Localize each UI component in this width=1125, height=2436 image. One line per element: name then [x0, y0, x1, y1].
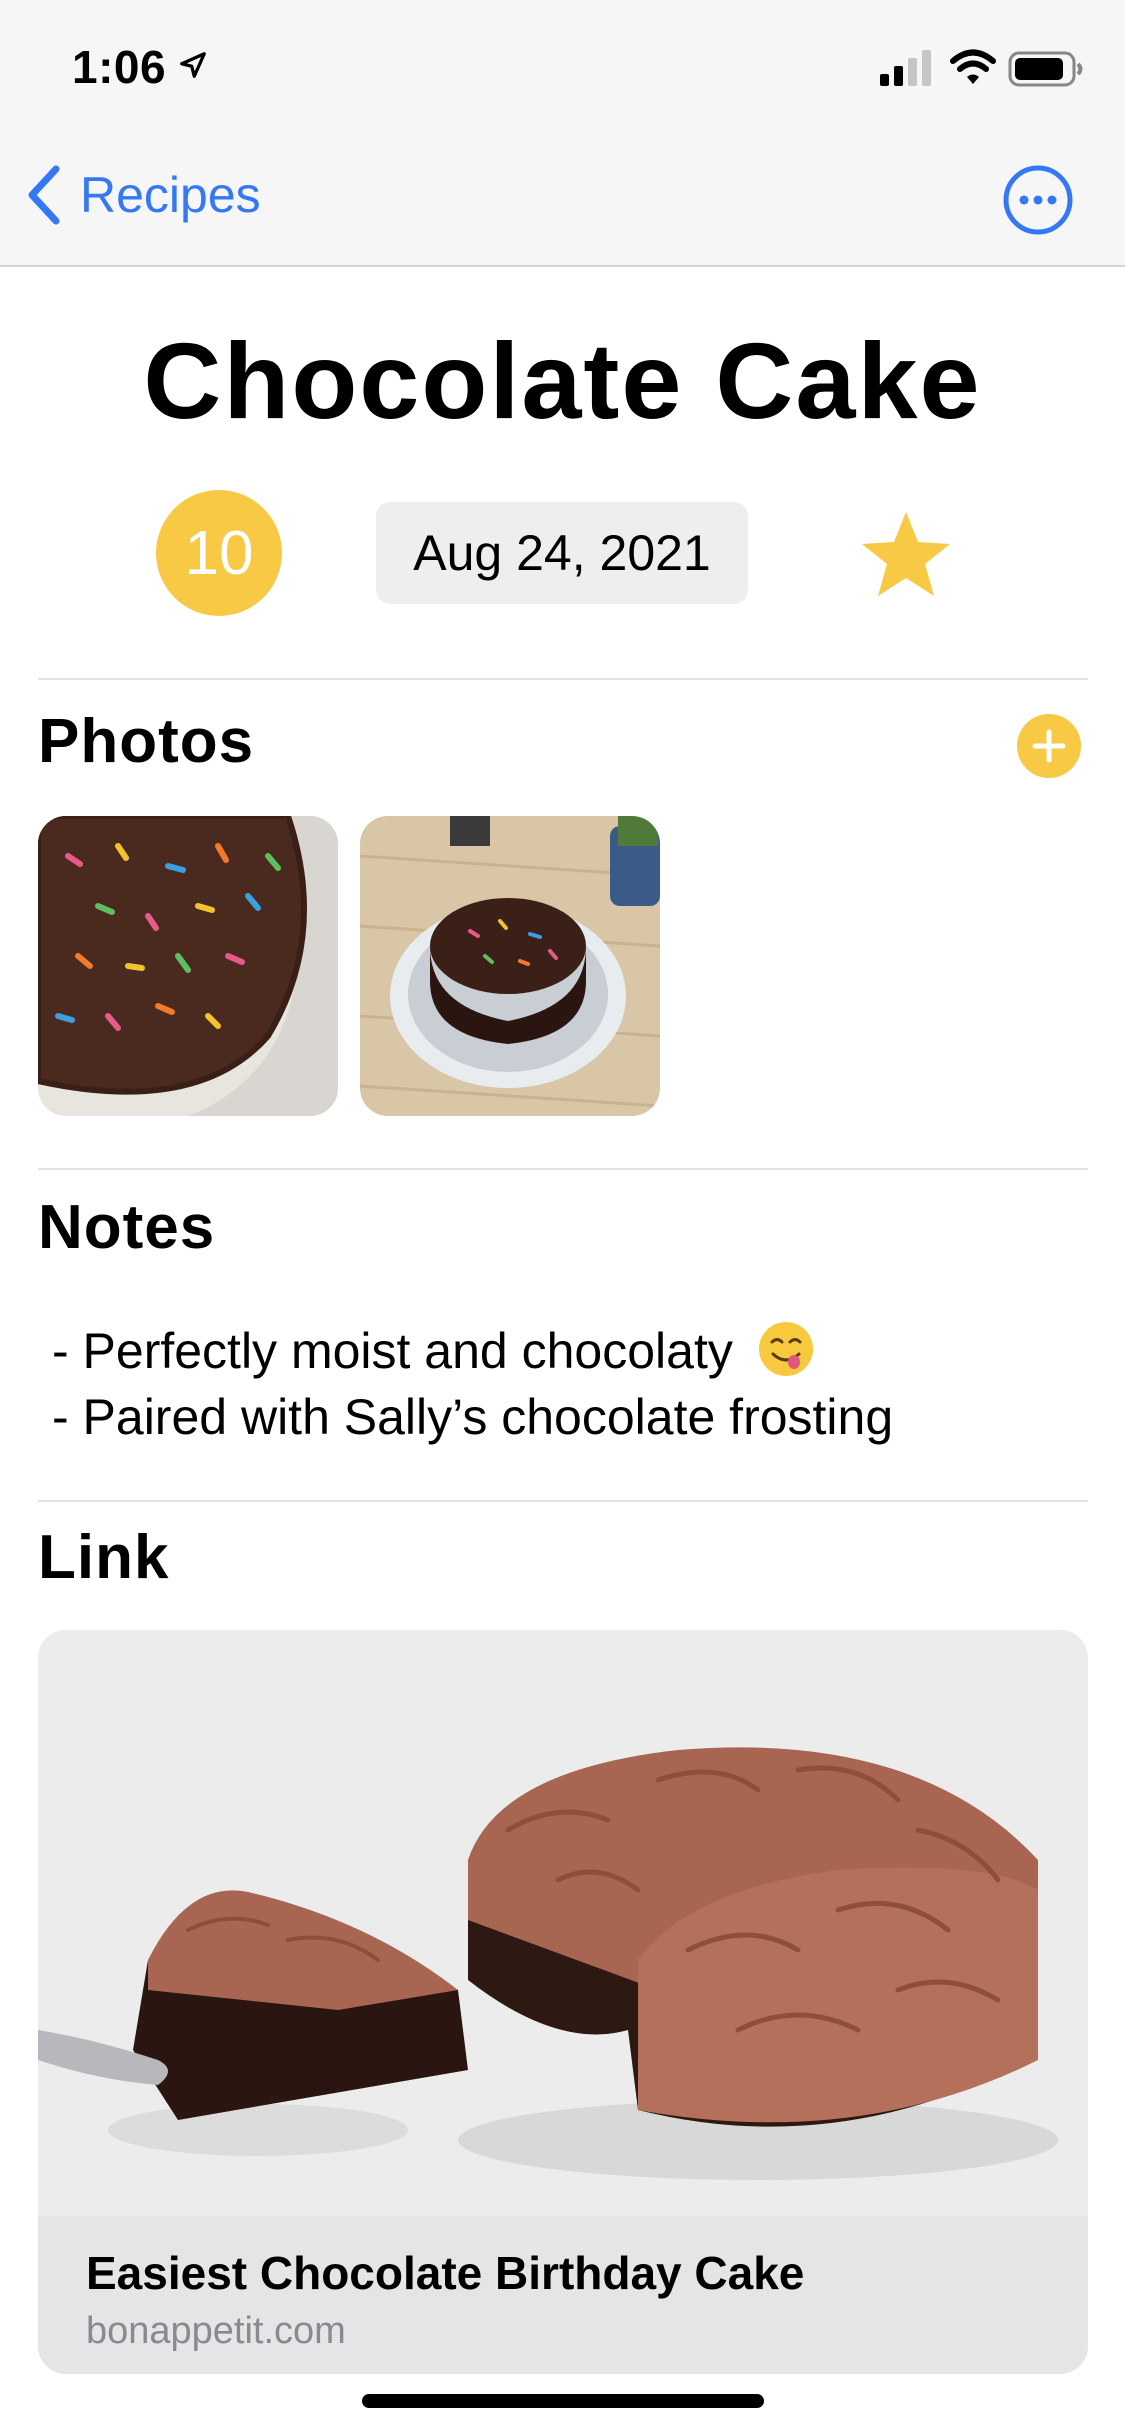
notes-line-text: - Perfectly moist and chocolaty	[52, 1323, 733, 1379]
plus-circle-icon[interactable]	[1017, 714, 1081, 778]
recipe-title: Chocolate Cake	[143, 320, 982, 441]
status-time: 1:06	[72, 41, 167, 93]
photo-thumbnail[interactable]	[360, 816, 660, 1116]
ellipsis-circle-icon[interactable]	[1002, 164, 1074, 236]
notes-line: - Paired with Sally’s chocolate frosting	[52, 1389, 894, 1445]
photos-heading: Photos	[38, 707, 255, 776]
link-domain: bonappetit.com	[86, 2310, 346, 2352]
divider	[38, 678, 1088, 680]
date-chip[interactable]: Aug 24, 2021	[376, 502, 748, 604]
cellular-signal-icon	[880, 50, 931, 86]
star-icon[interactable]	[858, 508, 954, 600]
navigation-bar: 1:06 Recipes	[0, 0, 1125, 267]
back-button[interactable]: Recipes	[24, 160, 261, 230]
link-meta: Easiest Chocolate Birthday Cake bonappet…	[38, 2216, 1088, 2374]
face-savoring-food-emoji	[758, 1322, 813, 1376]
chevron-left-icon	[28, 165, 60, 225]
notes-line: - Perfectly moist and chocolaty	[52, 1318, 893, 1384]
link-title: Easiest Chocolate Birthday Cake	[86, 2247, 805, 2299]
wifi-icon	[950, 49, 996, 84]
link-heading: Link	[38, 1523, 170, 1592]
divider	[38, 1168, 1088, 1170]
cake-photo-1	[38, 816, 338, 1116]
date-label: Aug 24, 2021	[413, 525, 711, 581]
notes-heading: Notes	[38, 1193, 216, 1262]
link-preview-image	[38, 1630, 1088, 2216]
cake-photo-2	[360, 816, 660, 1116]
battery-icon	[1008, 51, 1083, 87]
divider	[38, 1500, 1088, 1502]
photo-thumbnail[interactable]	[38, 816, 338, 1116]
back-label: Recipes	[80, 167, 261, 223]
notes-text[interactable]: - Perfectly moist and chocolaty - Paired…	[52, 1318, 893, 1450]
home-indicator[interactable]	[362, 2394, 764, 2408]
rating-badge[interactable]: 10	[156, 490, 282, 616]
link-preview-card[interactable]: Easiest Chocolate Birthday Cake bonappet…	[38, 1630, 1088, 2374]
location-arrow-icon	[180, 52, 206, 78]
